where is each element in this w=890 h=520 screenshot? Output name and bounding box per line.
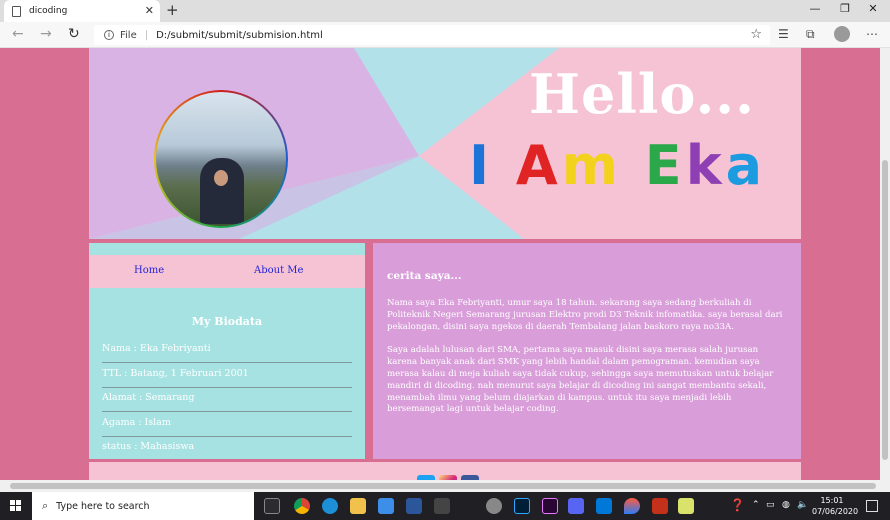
back-icon[interactable]: ←: [12, 26, 24, 42]
biodata-row: TTL : Batang, 1 Februari 2001: [102, 364, 352, 388]
story-title: cerita saya...: [387, 270, 462, 282]
name-letter: I: [469, 134, 494, 197]
volume-icon[interactable]: 🔈: [797, 500, 808, 510]
chrome-icon[interactable]: [294, 498, 310, 514]
name-letter: [622, 134, 645, 197]
story-panel: cerita saya... Nama saya Eka Febriyanti,…: [373, 243, 801, 459]
scheme-label: File: [120, 29, 137, 41]
name-letter: E: [644, 134, 686, 197]
browser-tab[interactable]: dicoding ✕: [4, 0, 160, 22]
biodata-title: My Biodata: [191, 315, 263, 328]
search-icon: ⌕: [42, 499, 49, 512]
nav-link-about[interactable]: About Me: [254, 265, 303, 276]
name-letter: A: [515, 134, 562, 197]
browser-tab-bar: dicoding ✕ + — ❐ ✕: [0, 0, 890, 22]
premiere-icon[interactable]: [542, 498, 558, 514]
collections-icon[interactable]: ⧉: [806, 27, 815, 42]
name-letter: a: [725, 134, 767, 197]
nav-link-home[interactable]: Home: [134, 265, 164, 276]
window-close-button[interactable]: ✕: [866, 2, 880, 15]
tab-title: dicoding: [29, 6, 68, 16]
name-letter: k: [685, 134, 726, 197]
info-icon[interactable]: i: [104, 30, 114, 40]
page-icon: [12, 5, 21, 17]
app-icon[interactable]: [434, 498, 450, 514]
app-icon[interactable]: [486, 498, 502, 514]
left-panel: Home About Me My Biodata Nama : Eka Febr…: [89, 243, 365, 459]
profile-photo-image: [156, 92, 286, 226]
name-letter: [493, 134, 516, 197]
tray-chevron-icon[interactable]: ⌃: [752, 500, 760, 510]
mail-icon[interactable]: [378, 498, 394, 514]
clock-time: 15:01: [820, 496, 844, 505]
nav-bar: Home About Me: [89, 255, 365, 288]
address-bar[interactable]: i File | D:/submit/submit/submision.html…: [94, 25, 770, 45]
favorites-list-icon[interactable]: ☰: [778, 27, 789, 41]
maximize-button[interactable]: ❐: [838, 2, 852, 15]
biodata-row: Agama : Islam: [102, 413, 352, 437]
horizontal-scroll-thumb[interactable]: [10, 483, 876, 489]
refresh-icon[interactable]: ↻: [68, 26, 80, 42]
story-paragraph: Saya adalah lulusan dari SMA, pertama sa…: [387, 345, 774, 415]
notepad-icon[interactable]: [678, 498, 694, 514]
story-paragraph: Nama saya Eka Febriyanti, umur saya 18 t…: [387, 298, 783, 332]
photo-face: [214, 170, 228, 186]
profile-avatar-icon[interactable]: [834, 26, 850, 42]
vertical-scroll-thumb[interactable]: [882, 160, 888, 460]
name-letter: m: [561, 134, 622, 197]
edge-icon[interactable]: [322, 498, 338, 514]
powerpoint-icon[interactable]: [652, 498, 668, 514]
profile-photo: [154, 90, 288, 228]
word-icon[interactable]: [406, 498, 422, 514]
forward-icon[interactable]: →: [40, 26, 52, 42]
horizontal-scrollbar[interactable]: [0, 480, 890, 492]
biodata-row: status : Mahasiswa: [102, 441, 195, 452]
web-page: Hello... I Am Eka Home About Me My Bioda…: [0, 48, 880, 480]
photo-person: [200, 158, 244, 224]
header-banner: Hello... I Am Eka: [89, 48, 801, 239]
new-tab-button[interactable]: +: [166, 1, 179, 19]
name-heading: I Am Eka: [469, 134, 766, 197]
file-explorer-icon[interactable]: [350, 498, 366, 514]
vertical-scrollbar[interactable]: [880, 48, 890, 480]
browser-toolbar: ← → ↻ i File | D:/submit/submit/submisio…: [0, 22, 890, 48]
url-text[interactable]: D:/submit/submit/submision.html: [156, 30, 323, 41]
discord-icon[interactable]: [568, 498, 584, 514]
hello-heading: Hello...: [529, 62, 755, 126]
notifications-icon[interactable]: [866, 500, 878, 512]
biodata-row: Alamat : Semarang: [102, 388, 352, 412]
network-icon[interactable]: ◍: [782, 500, 790, 510]
close-tab-icon[interactable]: ✕: [145, 4, 154, 17]
task-view-icon[interactable]: [264, 498, 280, 514]
app-icon[interactable]: [624, 498, 640, 514]
address-separator: |: [144, 29, 149, 41]
more-menu-icon[interactable]: ⋯: [866, 27, 878, 41]
windows-start-icon[interactable]: [10, 500, 22, 512]
help-icon[interactable]: ❓: [730, 498, 745, 512]
taskbar-search-box[interactable]: ⌕ Type here to search: [32, 492, 254, 520]
vscode-icon[interactable]: [596, 498, 612, 514]
clock-date: 07/06/2020: [812, 507, 859, 516]
windows-taskbar: ⌕ Type here to search ❓ ⌃ ▭ ◍ 🔈 15:01 07…: [0, 492, 890, 520]
footer: [89, 462, 801, 480]
photoshop-icon[interactable]: [514, 498, 530, 514]
biodata-row: Nama : Eka Febriyanti: [102, 339, 352, 363]
favorite-star-icon[interactable]: ☆: [750, 27, 762, 42]
taskbar-clock[interactable]: 15:01 07/06/2020: [812, 495, 859, 517]
battery-icon[interactable]: ▭: [766, 500, 775, 510]
minimize-button[interactable]: —: [808, 2, 822, 15]
taskbar-search-placeholder[interactable]: Type here to search: [56, 501, 149, 512]
